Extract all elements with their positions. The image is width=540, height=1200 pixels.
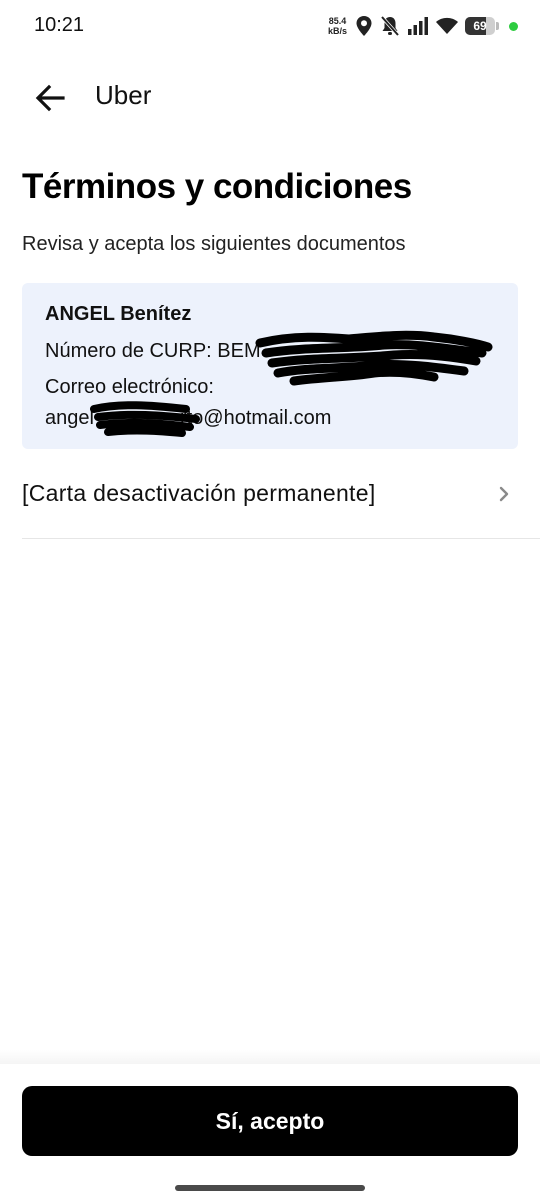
bell-off-icon bbox=[380, 15, 400, 37]
network-speed-unit: kB/s bbox=[327, 26, 347, 36]
nav-title: Uber bbox=[95, 80, 152, 110]
page-title: Términos y condiciones bbox=[22, 167, 412, 206]
status-bar: 10:21 85.4 kB/s 69 bbox=[0, 0, 540, 52]
privacy-indicator-dot bbox=[509, 21, 518, 31]
home-indicator[interactable] bbox=[175, 1185, 365, 1191]
curp-label: Número de CURP: BEM bbox=[45, 340, 261, 362]
user-info-card: ANGEL Benítez Número de CURP: BEM 00 Corr… bbox=[22, 283, 518, 449]
arrow-left-icon bbox=[35, 84, 65, 112]
location-icon bbox=[356, 16, 372, 36]
chevron-right-icon bbox=[499, 486, 509, 502]
top-nav: Uber bbox=[0, 66, 540, 128]
wifi-icon bbox=[436, 17, 458, 34]
curp-redaction-scribble bbox=[255, 330, 493, 386]
signal-icon bbox=[408, 17, 428, 35]
status-icons: 85.4 kB/s 69 bbox=[328, 12, 518, 40]
user-name: ANGEL Benítez bbox=[45, 303, 192, 325]
back-button[interactable] bbox=[28, 78, 72, 118]
document-label: [Carta desactivación permanente] bbox=[22, 480, 376, 506]
accept-button[interactable]: Sí, acepto bbox=[22, 1086, 518, 1156]
status-time: 10:21 bbox=[34, 14, 85, 36]
network-speed: 85.4 kB/s bbox=[328, 16, 347, 36]
page-subtitle: Revisa y acepta los siguientes documento… bbox=[22, 233, 406, 255]
network-speed-value: 85.4 bbox=[328, 16, 347, 26]
email-prefix: angel bbox=[45, 407, 94, 429]
email-redaction-scribble bbox=[90, 401, 200, 437]
email-label: Correo electrónico: bbox=[45, 376, 214, 398]
document-row[interactable]: [Carta desactivación permanente] bbox=[22, 470, 540, 539]
email-suffix: rto@hotmail.com bbox=[179, 407, 332, 429]
battery-level: 69 bbox=[473, 19, 487, 33]
battery-icon: 69 bbox=[465, 17, 499, 35]
